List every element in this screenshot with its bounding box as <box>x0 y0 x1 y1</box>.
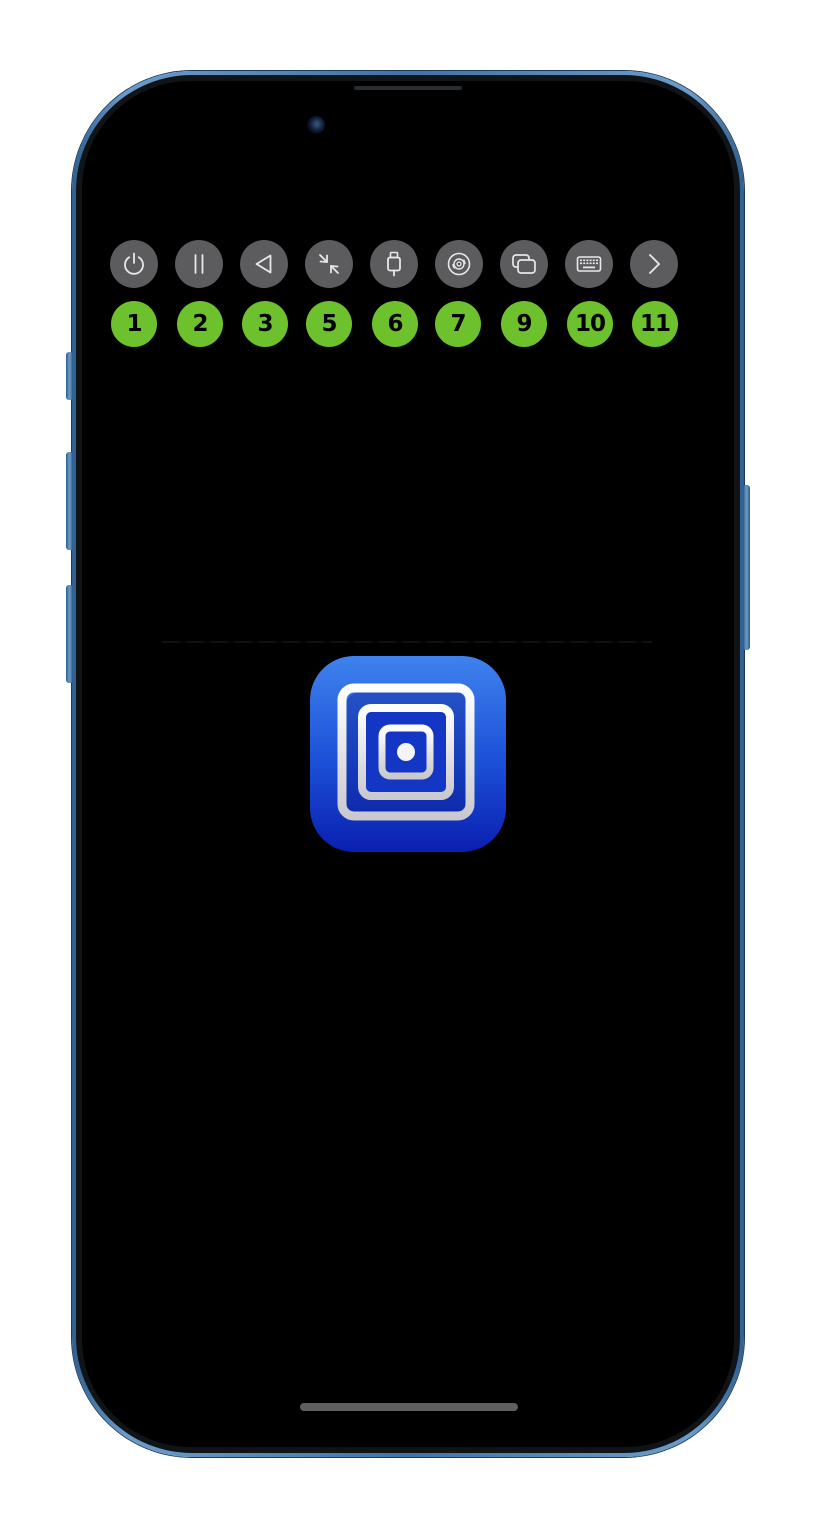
speaker-grille <box>354 86 462 90</box>
screen: 1 2 3 5 6 7 9 10 11 <box>82 81 734 1447</box>
disc-button[interactable] <box>435 240 483 288</box>
badge-keyboard: 10 <box>567 301 613 347</box>
badge-usb: 6 <box>372 301 418 347</box>
badge-back: 3 <box>242 301 288 347</box>
back-triangle-icon <box>255 254 272 274</box>
usb-button[interactable] <box>370 240 418 288</box>
minimize-arrows-icon <box>319 254 339 274</box>
badge-next: 11 <box>632 301 678 347</box>
back-button[interactable] <box>240 240 288 288</box>
minimize-button[interactable] <box>305 240 353 288</box>
badge-disc: 7 <box>435 301 481 347</box>
mute-switch <box>66 352 73 400</box>
utm-app-icon <box>310 656 506 852</box>
pause-icon <box>194 254 204 274</box>
badge-minimize: 5 <box>306 301 352 347</box>
volume-up-button <box>66 452 73 550</box>
pause-button[interactable] <box>175 240 223 288</box>
keyboard-icon <box>576 256 602 272</box>
power-icon <box>124 252 144 275</box>
badge-power: 1 <box>111 301 157 347</box>
utm-logo-icon <box>337 683 475 821</box>
volume-down-button <box>66 585 73 683</box>
disc-icon <box>447 252 471 276</box>
power-side-button <box>743 485 750 650</box>
badge-pause: 2 <box>177 301 223 347</box>
chevron-right-icon <box>649 254 660 274</box>
home-indicator[interactable] <box>300 1403 518 1411</box>
divider <box>162 641 652 643</box>
annotation-badges: 1 2 3 5 6 7 9 10 11 <box>82 301 734 347</box>
front-camera <box>307 116 325 134</box>
vm-toolbar <box>82 240 734 288</box>
next-button[interactable] <box>630 240 678 288</box>
windows-button[interactable] <box>500 240 548 288</box>
windows-stack-icon <box>512 254 536 274</box>
usb-drive-icon <box>387 251 401 277</box>
badge-windows: 9 <box>501 301 547 347</box>
keyboard-button[interactable] <box>565 240 613 288</box>
power-button[interactable] <box>110 240 158 288</box>
